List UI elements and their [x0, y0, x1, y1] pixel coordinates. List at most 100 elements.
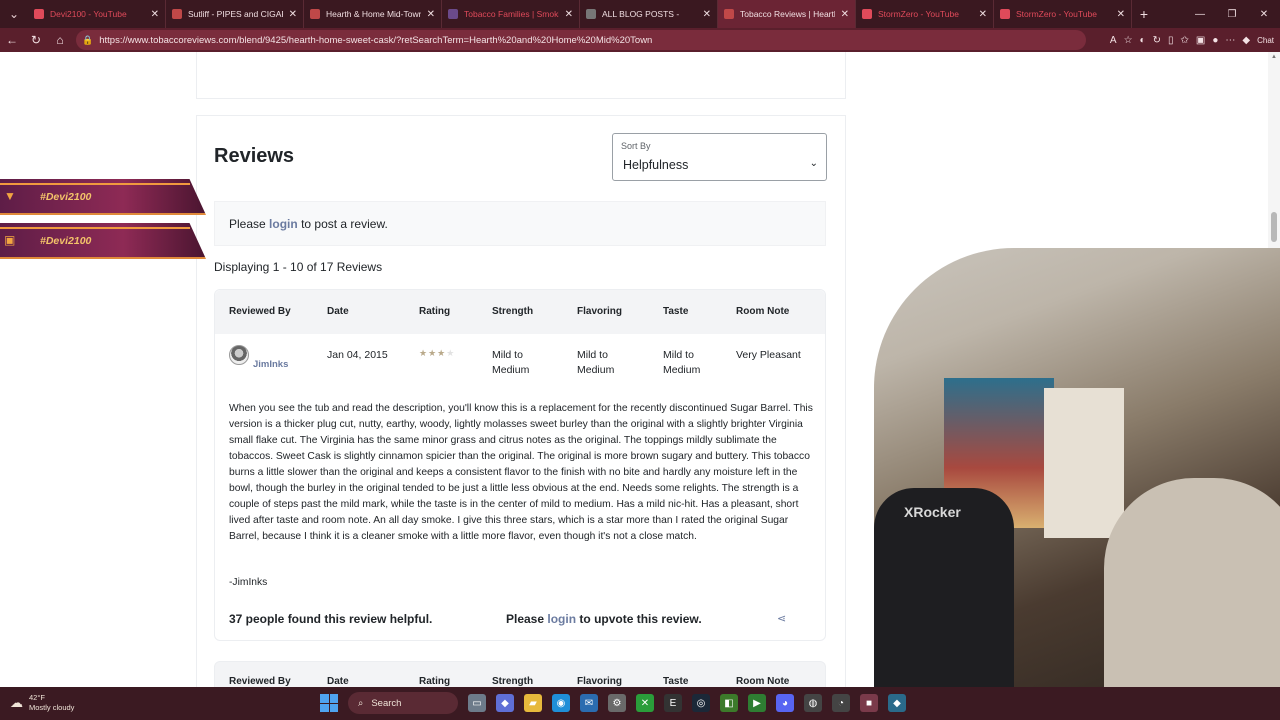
mail-icon[interactable]: ✉	[580, 694, 598, 712]
review-header-row: Reviewed By Date Rating Strength Flavori…	[215, 290, 825, 334]
avatar[interactable]	[229, 345, 249, 365]
copilot-app-icon[interactable]: ◆	[496, 694, 514, 712]
address-bar[interactable]: 🔒 https://www.tobaccoreviews.com/blend/9…	[76, 30, 1086, 50]
app-icon[interactable]: ■	[860, 694, 878, 712]
edge-icon[interactable]: ◉	[552, 694, 570, 712]
share-icon[interactable]: ⋖	[777, 612, 786, 625]
home-icon[interactable]: ⌂	[48, 28, 72, 52]
discord-icon[interactable]: ◕	[776, 694, 794, 712]
browser-tab[interactable]: Sutliff - PIPES and CIGARS ✕	[166, 0, 304, 28]
minimize-icon[interactable]: —	[1184, 0, 1216, 28]
epic-icon[interactable]: E	[664, 694, 682, 712]
sync-icon[interactable]: ↻	[1153, 35, 1161, 46]
extension-icon[interactable]: ◐	[1140, 35, 1146, 46]
strength-value: Mild to Medium	[492, 349, 530, 376]
tab-close-icon[interactable]: ✕	[427, 9, 435, 20]
weather-desc: Mostly cloudy	[29, 703, 75, 712]
room-note-value: Very Pleasant	[736, 349, 801, 361]
taskbar-search[interactable]: ⌕ Search	[348, 692, 458, 714]
tab-favicon-icon	[724, 9, 734, 19]
browser-tab[interactable]: StormZero - YouTube ✕	[856, 0, 994, 28]
sort-by-select[interactable]: Sort By Helpfulness ⌄	[612, 133, 827, 181]
stream-banner: ▼ #Devi2100	[0, 179, 206, 215]
star-icon: ★	[446, 348, 456, 358]
col-reviewed-by: Reviewed By	[229, 676, 291, 687]
app-icon-2[interactable]: ◆	[888, 694, 906, 712]
read-aloud-icon[interactable]: A	[1110, 35, 1117, 46]
tab-title: Tobacco Reviews | Hearth &	[740, 9, 835, 19]
browser-tab[interactable]: ALL BLOG POSTS - ✕	[580, 0, 718, 28]
tab-title: Sutliff - PIPES and CIGARS	[188, 9, 283, 19]
browser-tab[interactable]: Tobacco Reviews | Hearth & ✕	[718, 0, 856, 28]
task-view-icon[interactable]: ▭	[468, 694, 486, 712]
favorite-star-icon[interactable]: ☆	[1124, 35, 1133, 46]
profile-avatar[interactable]: ●	[1212, 35, 1218, 46]
upvote-post-text: to upvote this review.	[579, 612, 702, 626]
reviews-heading: Reviews	[214, 145, 295, 167]
banner-stripe	[0, 183, 190, 185]
media-icon[interactable]: ▶	[748, 694, 766, 712]
copilot-icon[interactable]: ◆	[1242, 35, 1250, 46]
tab-close-icon[interactable]: ✕	[703, 9, 711, 20]
browser-tab[interactable]: Hearth & Home Mid-Town S ✕	[304, 0, 442, 28]
collections-icon[interactable]: ▣	[1196, 35, 1205, 46]
browser-tab[interactable]: Tobacco Families | Smoking ✕	[442, 0, 580, 28]
scroll-up-icon[interactable]: ▲	[1271, 54, 1277, 60]
scrollbar-thumb[interactable]	[1271, 212, 1277, 242]
close-window-icon[interactable]: ✕	[1248, 0, 1280, 28]
taskbar: ☁ 42°F Mostly cloudy ⌕ Search ▭ ◆ ▰ ◉ ✉ …	[0, 687, 1280, 720]
browser-tab[interactable]: StormZero - YouTube ✕	[994, 0, 1132, 28]
rating-stars: ★★★★	[419, 348, 455, 359]
star-icon: ★	[419, 348, 429, 358]
file-explorer-icon[interactable]: ▰	[524, 694, 542, 712]
upvote-login-link[interactable]: login	[547, 612, 576, 626]
xbox-icon[interactable]: ✕	[636, 694, 654, 712]
tab-favicon-icon	[34, 9, 44, 19]
webcam-overlay: XRocker	[874, 248, 1280, 688]
shelf	[1044, 388, 1124, 538]
login-link[interactable]: login	[269, 217, 298, 231]
please-text: Please	[229, 217, 266, 231]
restore-icon[interactable]: ❐	[1216, 0, 1248, 28]
tab-title: Hearth & Home Mid-Town S	[326, 9, 421, 19]
tab-close-icon[interactable]: ✕	[979, 9, 987, 20]
favorites-icon[interactable]: ✩	[1181, 35, 1189, 46]
col-strength: Strength	[492, 676, 534, 687]
weather-widget[interactable]: ☁ 42°F Mostly cloudy	[10, 693, 74, 713]
col-taste: Taste	[663, 676, 689, 687]
to-post-text: to post a review.	[301, 217, 388, 231]
reviewer-name-link[interactable]: JimInks	[253, 359, 288, 370]
back-icon[interactable]: ←	[0, 28, 24, 52]
browser-tab[interactable]: Devi2100 - YouTube ✕	[28, 0, 166, 28]
nvidia-icon[interactable]: ◧	[720, 694, 738, 712]
obs-icon[interactable]: ◍	[804, 694, 822, 712]
more-menu-icon[interactable]: ⋯	[1225, 35, 1235, 46]
refresh-icon[interactable]: ↻	[24, 28, 48, 52]
tab-close-icon[interactable]: ✕	[289, 9, 297, 20]
upvote-please-text: Please	[506, 612, 545, 626]
col-room-note: Room Note	[736, 306, 790, 317]
tab-close-icon[interactable]: ✕	[841, 9, 849, 20]
settings-icon[interactable]: ⚙	[608, 694, 626, 712]
review-card: Reviewed By Date Rating Strength Flavori…	[214, 289, 826, 641]
speedometer-icon[interactable]: ◔	[832, 694, 850, 712]
cloud-icon: ☁	[10, 695, 23, 710]
steam-icon[interactable]: ◎	[692, 694, 710, 712]
windows-start-icon[interactable]	[320, 694, 338, 712]
tab-close-icon[interactable]: ✕	[151, 9, 159, 20]
helpful-count: 37 people found this review helpful.	[229, 612, 433, 626]
tab-list: Devi2100 - YouTube ✕ Sutliff - PIPES and C…	[28, 0, 1132, 28]
split-screen-icon[interactable]: ▯	[1168, 35, 1174, 46]
tab-close-icon[interactable]: ✕	[1117, 9, 1125, 20]
new-tab-button[interactable]: +	[1132, 6, 1156, 22]
tab-strip: ⌄ Devi2100 - YouTube ✕ Sutliff - PIPES and…	[0, 0, 1280, 28]
review-body: When you see the tub and read the descri…	[229, 403, 813, 542]
col-rating: Rating	[419, 306, 451, 317]
col-reviewed-by: Reviewed By	[229, 306, 291, 317]
tab-close-icon[interactable]: ✕	[565, 9, 573, 20]
tab-actions-menu-icon[interactable]: ⌄	[0, 0, 28, 28]
chat-label[interactable]: Chat	[1257, 36, 1274, 45]
star-icon: ★	[428, 348, 438, 358]
tab-title: StormZero - YouTube	[878, 9, 959, 19]
upvote-prompt: Please login to upvote this review.	[506, 612, 702, 626]
